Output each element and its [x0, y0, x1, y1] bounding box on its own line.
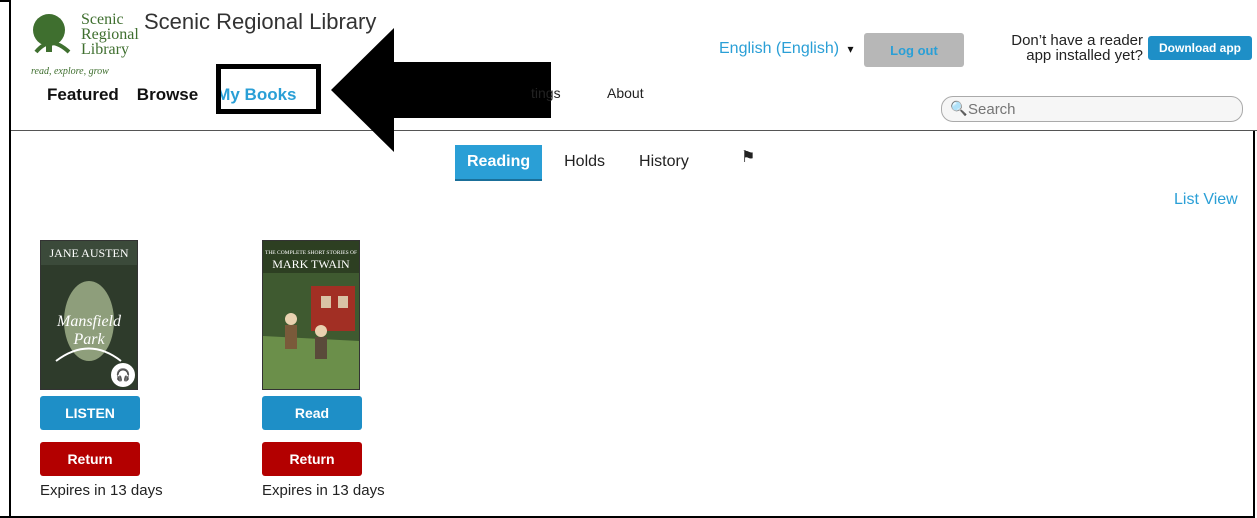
search-bar[interactable]: 🔍: [941, 96, 1243, 122]
tab-history[interactable]: History: [627, 145, 701, 179]
book-cover-author: JANE AUSTEN: [49, 246, 128, 260]
language-selector[interactable]: English (English) ▾: [719, 40, 854, 58]
header: Scenic Regional Library read, explore, g…: [11, 0, 1257, 152]
nav-item-about[interactable]: About: [607, 85, 644, 101]
return-button[interactable]: Return: [262, 442, 362, 476]
book-cover-author: MARK TWAIN: [272, 257, 350, 271]
nav-item-browse[interactable]: Browse: [137, 85, 198, 105]
listen-button[interactable]: LISTEN: [40, 396, 140, 430]
headphones-icon: 🎧: [111, 363, 135, 387]
read-button[interactable]: Read: [262, 396, 362, 430]
download-app-button[interactable]: Download app: [1148, 36, 1252, 60]
highlight-box: [216, 64, 321, 114]
language-label: English (English): [719, 40, 840, 57]
tree-logo-icon: [33, 14, 71, 54]
search-input[interactable]: [966, 99, 1230, 119]
tab-holds[interactable]: Holds: [552, 145, 617, 179]
list-view-link[interactable]: List View: [1174, 191, 1238, 209]
logo-text: Scenic Regional Library: [81, 11, 139, 58]
reader-note: Don’t have a reader app installed yet?: [1011, 32, 1143, 64]
return-button[interactable]: Return: [40, 442, 140, 476]
book-card: THE COMPLETE SHORT STORIES OF MARK TWAIN…: [262, 240, 385, 499]
tab-reading[interactable]: Reading: [455, 145, 543, 181]
search-icon: 🔍: [950, 100, 968, 116]
book-tabs: Reading Holds History: [455, 145, 701, 181]
svg-text:Mansfield: Mansfield: [56, 313, 122, 330]
expiry-text: Expires in 13 days: [262, 482, 385, 499]
svg-text:THE COMPLETE SHORT STORIES OF: THE COMPLETE SHORT STORIES OF: [265, 250, 357, 256]
book-cover[interactable]: THE COMPLETE SHORT STORIES OF MARK TWAIN: [262, 240, 360, 390]
library-logo[interactable]: Scenic Regional Library read, explore, g…: [31, 8, 159, 78]
expiry-text: Expires in 13 days: [40, 482, 163, 499]
book-cover[interactable]: JANE AUSTEN Mansfield Park 🎧: [40, 240, 138, 390]
logo-tagline: read, explore, grow: [31, 66, 109, 77]
nav-item-settings[interactable]: tings: [531, 85, 561, 101]
svg-text:Park: Park: [72, 331, 105, 348]
chevron-down-icon: ▾: [847, 42, 854, 56]
nav-item-featured[interactable]: Featured: [47, 85, 119, 105]
logout-button[interactable]: Log out: [864, 33, 964, 67]
flag-icon[interactable]: ⚑: [741, 147, 755, 167]
book-card: JANE AUSTEN Mansfield Park 🎧 LISTEN Retu…: [40, 240, 163, 499]
callout-arrow-icon: [331, 28, 551, 152]
book-cover-art: THE COMPLETE SHORT STORIES OF MARK TWAIN: [263, 241, 359, 389]
